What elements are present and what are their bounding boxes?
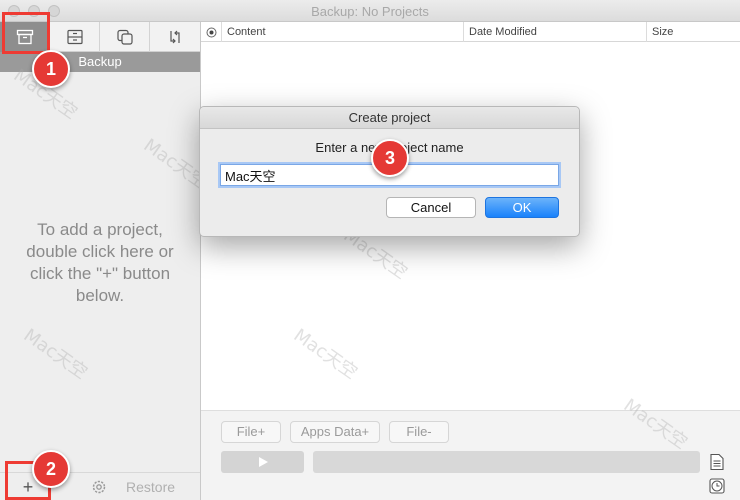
add-file-button[interactable]: File+ xyxy=(221,421,281,443)
select-all-column[interactable] xyxy=(201,22,221,42)
window-title: Backup: No Projects xyxy=(311,4,429,19)
app-window: Backup: No Projects Backup To add a proj… xyxy=(0,0,740,500)
tab-restore[interactable] xyxy=(50,22,100,52)
clock-icon[interactable] xyxy=(708,477,726,495)
hint-line: click the "+" button xyxy=(29,264,171,283)
restore-button[interactable]: Restore xyxy=(126,479,175,495)
column-header: Content Date Modified Size xyxy=(201,22,740,42)
ok-button[interactable]: OK xyxy=(485,197,559,218)
sync-arrows-icon xyxy=(170,30,180,44)
document-icon[interactable] xyxy=(708,453,726,471)
radio-dot-icon xyxy=(206,27,216,37)
step-badge-1: 1 xyxy=(32,50,70,88)
add-apps-data-button[interactable]: Apps Data+ xyxy=(290,421,380,443)
remove-file-button[interactable]: File- xyxy=(389,421,449,443)
hint-line: below. xyxy=(75,286,125,305)
play-icon xyxy=(258,457,268,467)
start-backup-button[interactable] xyxy=(221,451,304,473)
step-badge-2: 2 xyxy=(32,450,70,488)
tab-copy[interactable] xyxy=(100,22,150,52)
hint-line: double click here or xyxy=(26,242,174,261)
backup-tab-highlight xyxy=(2,12,50,54)
tab-sync[interactable] xyxy=(150,22,200,52)
column-content[interactable]: Content xyxy=(221,22,467,42)
progress-bar xyxy=(313,451,700,473)
column-date-modified[interactable]: Date Modified xyxy=(463,22,647,42)
empty-projects-hint[interactable]: To add a project, double click here or c… xyxy=(0,219,200,307)
drawer-icon xyxy=(66,29,83,45)
duplicate-icon xyxy=(116,29,133,45)
title-bar: Backup: No Projects xyxy=(0,0,740,22)
dialog-title: Create project xyxy=(200,107,579,129)
hint-line: To add a project, xyxy=(37,220,163,239)
cancel-button[interactable]: Cancel xyxy=(386,197,476,218)
step-badge-3: 3 xyxy=(371,139,409,177)
gear-icon[interactable] xyxy=(90,478,108,496)
column-size[interactable]: Size xyxy=(646,22,740,42)
